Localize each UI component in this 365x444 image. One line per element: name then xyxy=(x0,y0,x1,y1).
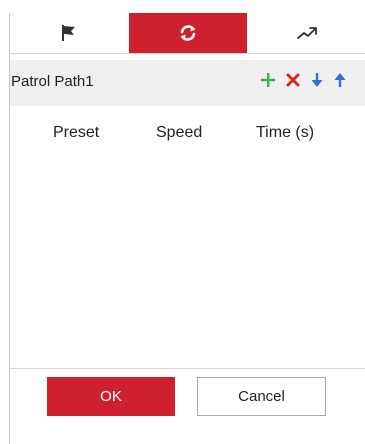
patrol-path-title: Patrol Path1 xyxy=(11,73,94,90)
delete-icon xyxy=(286,73,300,92)
footer-divider xyxy=(10,368,365,369)
refresh-cycle-icon xyxy=(177,22,199,44)
cancel-button[interactable]: Cancel xyxy=(197,377,326,416)
delete-button[interactable] xyxy=(283,72,303,92)
tab-preset[interactable] xyxy=(10,13,129,53)
patrol-panel: Patrol Path1 Preset Speed Time (s) OK Ca… xyxy=(9,13,365,444)
ok-button[interactable]: OK xyxy=(47,377,175,416)
move-up-icon xyxy=(333,72,347,93)
move-up-button[interactable] xyxy=(330,72,350,92)
tab-pattern[interactable] xyxy=(247,13,365,53)
flag-icon xyxy=(59,23,79,43)
column-header-time: Time (s) xyxy=(256,124,315,141)
column-header-speed: Speed xyxy=(156,124,203,141)
trend-icon xyxy=(295,23,319,43)
move-down-button[interactable] xyxy=(307,72,327,92)
move-down-icon xyxy=(310,72,324,93)
add-icon xyxy=(260,72,276,93)
patrol-path-header: Patrol Path1 xyxy=(10,60,365,106)
column-header-preset: Preset xyxy=(53,124,100,141)
table-header: Preset Speed Time (s) xyxy=(10,118,365,148)
add-button[interactable] xyxy=(258,72,278,92)
tab-bar xyxy=(10,13,365,54)
tab-patrol[interactable] xyxy=(128,13,248,53)
